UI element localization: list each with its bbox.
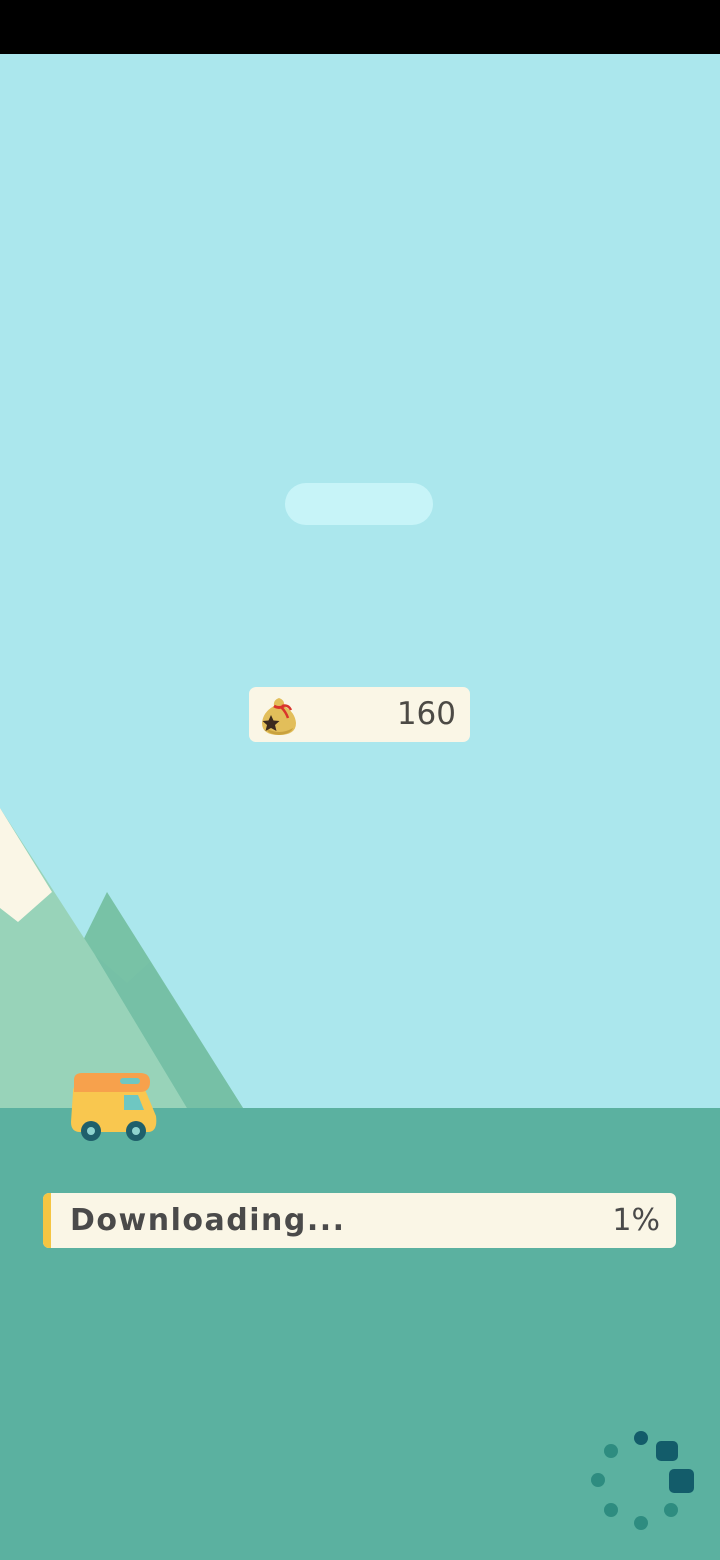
bells-amount: 160 (396, 696, 456, 732)
status-bar (0, 0, 720, 54)
loading-screen: 160 Downloading... 1% (0, 0, 720, 1560)
camper-van-icon (71, 1073, 157, 1141)
front-mountain (0, 808, 187, 1108)
loading-spinner-icon (591, 1431, 694, 1530)
bells-bag-icon (262, 698, 296, 735)
cloud (285, 483, 433, 525)
progress-percent: 1% (612, 1203, 660, 1238)
progress-label: Downloading... (70, 1203, 346, 1238)
bells-counter: 160 (249, 687, 470, 742)
download-progress-bar: Downloading... 1% (43, 1193, 676, 1248)
progress-fill (43, 1193, 51, 1248)
